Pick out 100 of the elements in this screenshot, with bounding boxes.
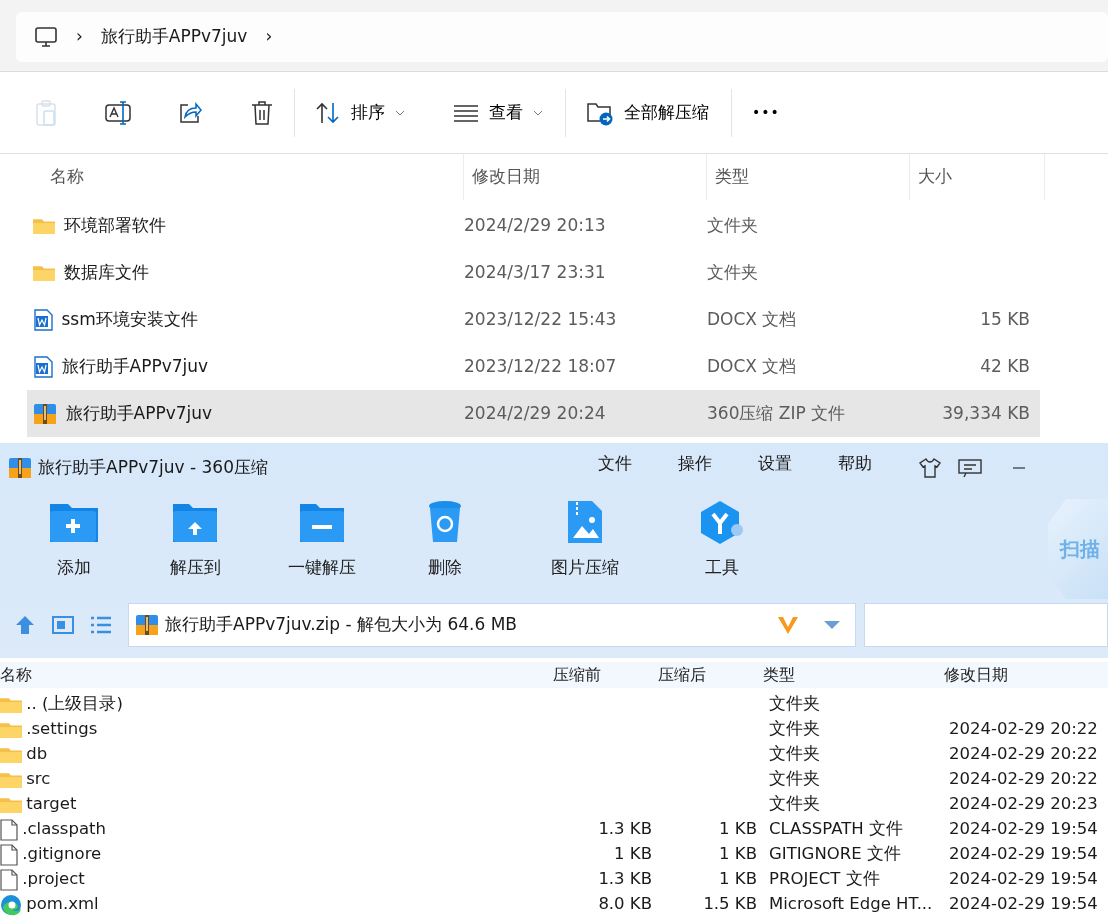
file-row[interactable]: ssm环境安装文件 2023/12/22 15:43 DOCX 文档 15 KB (27, 296, 1040, 343)
breadcrumb-item[interactable]: 旅行助手APPv7juv (100, 24, 248, 50)
file-type: 文件夹 (769, 768, 821, 791)
caret-icon (533, 109, 543, 116)
file-icon (0, 868, 18, 891)
archive-icon (8, 456, 32, 480)
archive-path: 旅行助手APPv7juv.zip - 解包大小为 64.6 MB (165, 613, 519, 637)
file-name: db (26, 743, 48, 766)
file-type: Microsoft Edge HT... (769, 893, 934, 916)
quick-extract-button[interactable]: 一键解压 (282, 499, 362, 581)
folder-icon (0, 745, 22, 764)
column-header[interactable]: 名称 (0, 154, 464, 200)
file-name: 旅行助手APPv7juv (65, 401, 213, 425)
file-type: 文件夹 (707, 260, 759, 284)
add-button[interactable]: 添加 (50, 499, 98, 581)
original-size: 1.3 KB (597, 868, 652, 891)
menu-item[interactable]: 文件 (598, 451, 678, 477)
list-view-icon[interactable] (90, 616, 112, 634)
file-type: 文件夹 (769, 718, 821, 741)
file-type: GITIGNORE 文件 (769, 843, 902, 866)
menu-item[interactable]: 操作 (678, 451, 758, 477)
modified-date: 2024-02-29 19:54 (949, 893, 1098, 916)
file-type: 360压缩 ZIP 文件 (707, 401, 847, 425)
column-header[interactable]: 类型 (707, 154, 910, 200)
original-size: 1 KB (613, 843, 652, 866)
image-file-icon (567, 500, 603, 544)
menu-item[interactable]: 帮助 (838, 451, 918, 477)
share-icon[interactable] (177, 99, 203, 126)
file-row[interactable]: 数据库文件 2024/3/17 23:31 文件夹 (27, 249, 1040, 296)
dropdown-caret-icon[interactable] (823, 620, 841, 630)
trash-icon[interactable] (250, 99, 274, 126)
sort-dropdown[interactable]: 排序 (309, 99, 411, 126)
folder-icon (0, 720, 22, 739)
file-row[interactable]: 旅行助手APPv7juv 2024/2/29 20:24 360压缩 ZIP 文件 39,334 KB (27, 390, 1040, 437)
modified-date: 2024-02-29 20:22 (949, 768, 1098, 791)
extract-all-button[interactable]: 全部解压缩 (580, 99, 715, 126)
chevron-icon: › (265, 24, 273, 50)
file-name: .gitignore (22, 843, 102, 866)
modified-date: 2024-02-29 20:23 (949, 793, 1098, 816)
compressed-size: 1 KB (718, 843, 757, 866)
compressed-size: 1 KB (718, 818, 757, 841)
more-button[interactable]: ••• (746, 102, 786, 123)
rename-icon[interactable] (105, 99, 131, 126)
column-header[interactable]: 压缩后 (658, 663, 763, 687)
panel-view-icon[interactable] (52, 616, 74, 634)
file-name: src (26, 768, 51, 791)
up-arrow-icon[interactable] (14, 615, 36, 635)
column-header[interactable]: 修改日期 (944, 663, 1108, 687)
caret-icon (395, 109, 405, 116)
file-icon (0, 843, 18, 866)
column-header[interactable]: 修改日期 (464, 154, 707, 200)
file-size: 15 KB (979, 307, 1030, 331)
modified-date: 2024/3/17 23:31 (464, 260, 607, 284)
folder-icon (0, 695, 22, 714)
file-name: 环境部署软件 (63, 213, 166, 237)
file-type: CLASSPATH 文件 (769, 818, 904, 841)
shirt-icon[interactable] (918, 457, 942, 479)
image-compress-button[interactable]: 图片压缩 (540, 499, 630, 581)
archive-icon (135, 613, 159, 637)
compressed-size: 1 KB (718, 868, 757, 891)
column-header[interactable]: 名称 (0, 663, 553, 687)
file-name: .project (22, 868, 85, 891)
file-name: 旅行助手APPv7juv (61, 354, 209, 378)
window-title: 旅行助手APPv7juv - 360压缩 (38, 456, 269, 480)
computer-icon[interactable] (34, 25, 58, 49)
extract-to-button[interactable]: 解压到 (168, 499, 222, 581)
delete-button[interactable]: 删除 (422, 499, 468, 581)
file-size: 42 KB (979, 354, 1030, 378)
address-bar[interactable]: › 旅行助手APPv7juv › (16, 12, 1108, 62)
view-dropdown[interactable]: 查看 (447, 99, 549, 126)
recycle-bin-icon (428, 500, 462, 544)
folder-icon (0, 795, 22, 814)
file-type: 文件夹 (769, 743, 821, 766)
feedback-icon[interactable] (958, 458, 982, 478)
column-header[interactable]: 大小 (910, 154, 1045, 200)
modified-date: 2024-02-29 19:54 (949, 868, 1098, 891)
modified-date: 2024-02-29 20:22 (949, 743, 1098, 766)
column-header[interactable]: 压缩前 (553, 663, 658, 687)
folder-icon (33, 263, 55, 282)
file-name: 数据库文件 (63, 260, 149, 284)
modified-date: 2024/2/29 20:13 (464, 213, 607, 237)
file-type: 文件夹 (769, 693, 821, 716)
sort-icon (315, 100, 341, 125)
search-field[interactable] (864, 603, 1108, 647)
file-name: ssm环境安装文件 (61, 307, 198, 331)
file-row[interactable]: 环境部署软件 2024/2/29 20:13 文件夹 (27, 202, 1040, 249)
original-size: 1.3 KB (597, 818, 652, 841)
compressed-size: 1.5 KB (702, 893, 757, 916)
original-size: 8.0 KB (597, 893, 652, 916)
archive-icon (33, 401, 57, 426)
folder-add-icon (50, 502, 98, 542)
column-header[interactable]: 类型 (763, 663, 944, 687)
modified-date: 2024-02-29 19:54 (949, 818, 1098, 841)
file-type: PROJECT 文件 (769, 868, 881, 891)
chevron-icon: › (76, 24, 83, 50)
file-row[interactable]: 旅行助手APPv7juv 2023/12/22 18:07 DOCX 文档 42 KB (27, 343, 1040, 390)
menu-item[interactable]: 设置 (758, 451, 838, 477)
file-icon (0, 818, 18, 841)
tools-button[interactable]: 工具 (700, 499, 744, 581)
path-field[interactable]: 旅行助手APPv7juv.zip - 解包大小为 64.6 MB (128, 603, 856, 647)
